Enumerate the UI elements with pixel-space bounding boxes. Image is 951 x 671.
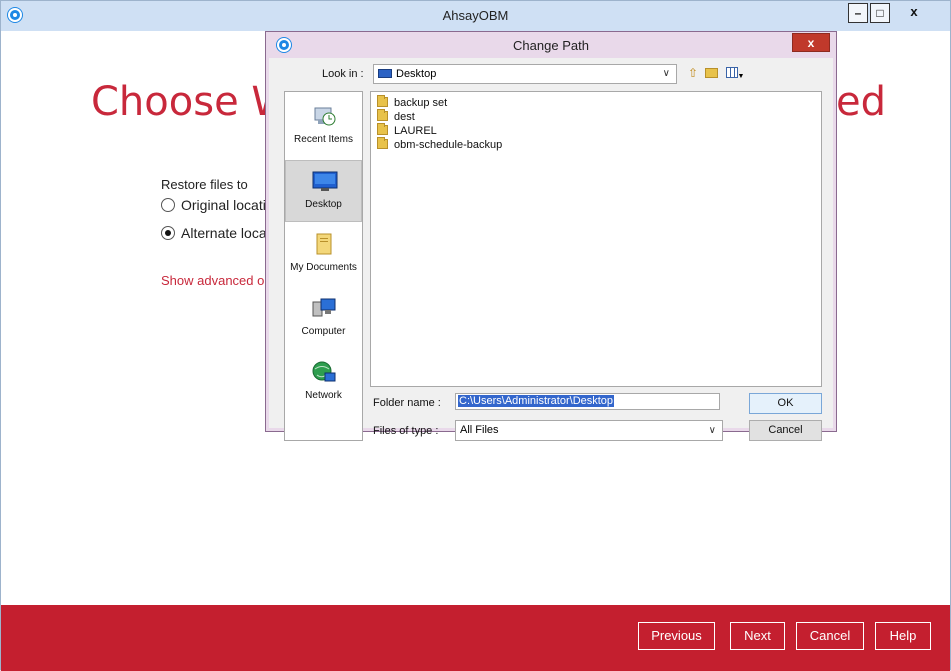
original-location-option[interactable]: Original locati [161,197,266,213]
main-titlebar: AhsayOBM – □ x [1,1,950,31]
dialog-cancel-button[interactable]: Cancel [749,420,822,441]
place-recent-items[interactable]: Recent Items [285,96,362,158]
folder-name-field[interactable]: C:\Users\Administrator\Desktop [455,393,720,410]
minimize-button[interactable]: – [848,3,868,23]
place-label-my-documents: My Documents [290,262,357,273]
folder-icon [377,95,388,107]
recent-items-icon [314,107,336,126]
computer-icon [312,298,336,317]
place-computer[interactable]: Computer [285,288,362,350]
help-button[interactable]: Help [875,622,931,650]
look-in-label: Look in : [322,68,364,80]
original-location-label: Original locati [181,197,266,213]
files-of-type-value: All Files [460,424,499,436]
cancel-button[interactable]: Cancel [796,622,864,650]
maximize-button[interactable]: □ [870,3,890,23]
original-location-radio[interactable] [161,198,175,212]
dialog-title: Change Path [513,38,589,53]
chevron-down-icon: ∨ [662,68,670,79]
folder-name-value: C:\Users\Administrator\Desktop [458,395,615,407]
folder-name-label: Folder name : [373,397,441,409]
place-label-computer: Computer [301,326,346,337]
up-folder-icon[interactable]: ⇧ [685,65,701,81]
place-desktop[interactable]: Desktop [285,160,362,222]
desktop-small-icon [378,69,392,78]
next-button[interactable]: Next [730,622,785,650]
places-bar: Recent Items Desktop My Documents Comput… [284,91,363,441]
previous-button[interactable]: Previous [638,622,715,650]
list-item[interactable]: LAUREL [377,123,437,138]
show-advanced-link[interactable]: Show advanced o [161,273,264,288]
alternate-location-label: Alternate loca [181,225,267,241]
documents-icon [316,233,332,255]
dialog-close-button[interactable]: x [792,33,830,52]
place-label-recent-items: Recent Items [294,134,353,145]
window-title: AhsayOBM [442,8,509,23]
folder-icon [377,123,388,135]
alternate-location-radio[interactable] [161,226,175,240]
list-item[interactable]: obm-schedule-backup [377,137,502,152]
dialog-body: Look in : Desktop ∨ ⇧ ▼ Recent Items Des… [269,58,833,441]
ok-button[interactable]: OK [749,393,822,414]
alternate-location-option[interactable]: Alternate loca [161,225,267,241]
place-label-desktop: Desktop [305,199,342,210]
list-item[interactable]: backup set [377,95,447,110]
look-in-value: Desktop [396,68,437,80]
files-of-type-select[interactable]: All Files ∨ [455,420,723,441]
place-label-network: Network [305,390,342,401]
folder-icon [377,109,388,121]
files-of-type-label: Files of type : [373,425,439,437]
page-title-end: ed [836,79,886,125]
chevron-down-icon: ∨ [708,425,716,436]
new-folder-icon[interactable] [703,65,719,81]
network-icon [312,361,336,382]
folder-icon [377,137,388,149]
list-item[interactable]: dest [377,109,415,124]
change-path-dialog: Change Path x Look in : Desktop ∨ ⇧ ▼ Re… [265,31,837,441]
look-in-select[interactable]: Desktop ∨ [373,64,677,84]
page-title-start: Choose W [91,79,291,125]
place-my-documents[interactable]: My Documents [285,224,362,286]
view-menu-icon[interactable]: ▼ [724,65,746,81]
footer-bar: Previous Next Cancel Help [1,605,950,671]
place-network[interactable]: Network [285,352,362,414]
restore-files-label: Restore files to [161,177,248,192]
close-button[interactable]: x [901,3,927,23]
desktop-icon [312,171,338,191]
file-list: backup set dest LAUREL obm-schedule-back… [370,91,822,387]
